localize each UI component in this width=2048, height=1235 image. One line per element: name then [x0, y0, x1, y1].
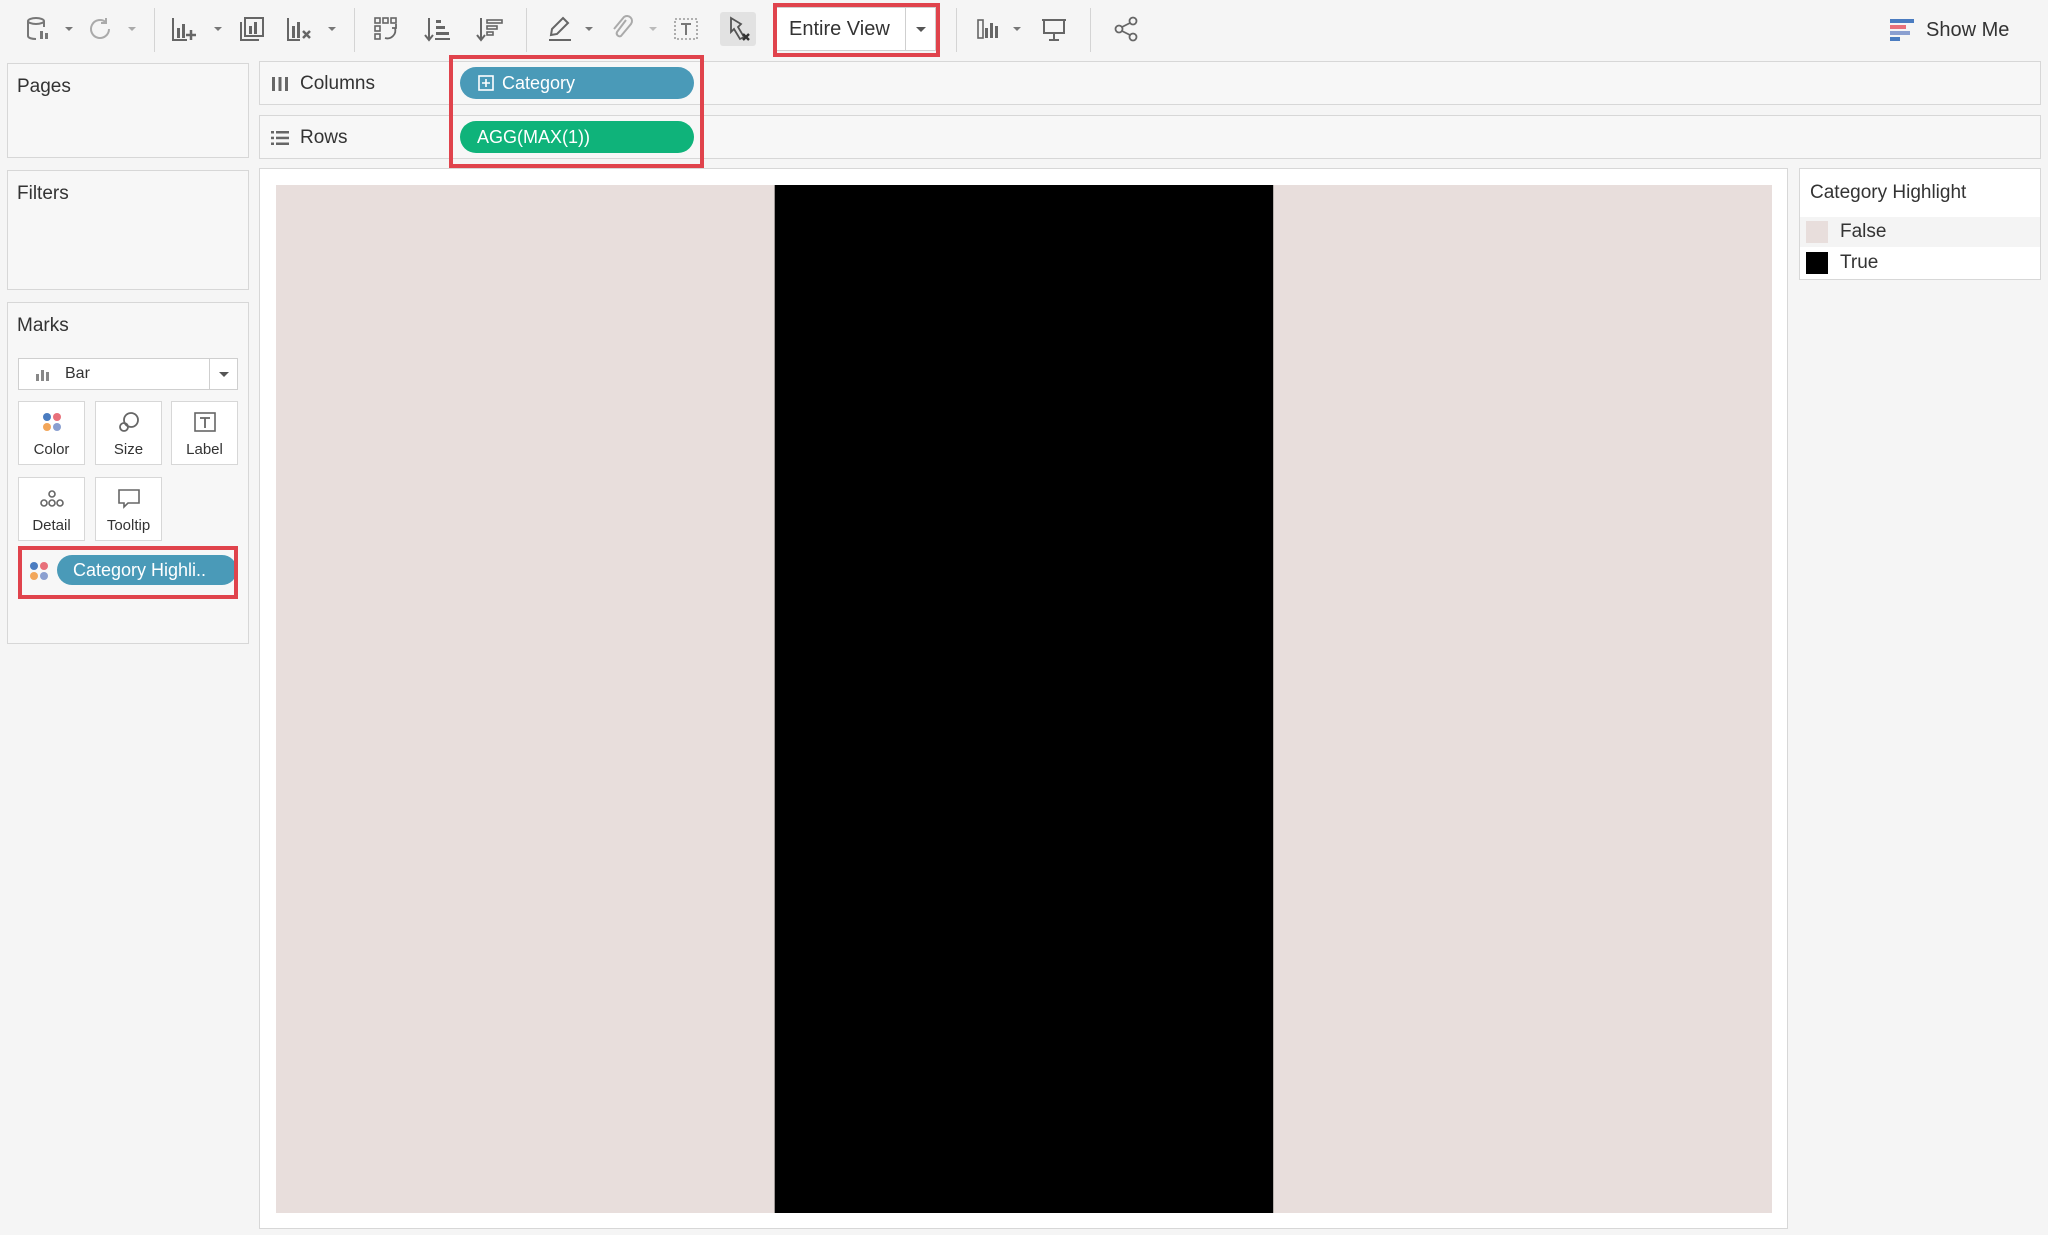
detail-button[interactable]: Detail [18, 477, 85, 541]
legend-title: Category Highlight [1810, 182, 1967, 203]
category-highlight-pill[interactable]: Category Highli.. [57, 555, 237, 585]
sort-descending-icon[interactable] [472, 12, 508, 46]
filters-card[interactable]: Filters [7, 170, 249, 290]
fit-dropdown[interactable]: Entire View [776, 7, 936, 51]
toolbar-separator [1090, 8, 1091, 52]
toolbar: Entire View Show Me [0, 0, 2048, 58]
duplicate-sheet-icon[interactable] [234, 12, 270, 46]
size-button-label: Size [113, 441, 144, 458]
legend-item-true[interactable]: True [1800, 248, 2040, 278]
detail-button-label: Detail [32, 517, 71, 534]
fit-dropdown-value: Entire View [789, 17, 890, 40]
mark-type-value: Bar [65, 365, 90, 382]
expand-plus-icon[interactable] [478, 75, 494, 91]
swap-rows-columns-icon[interactable] [368, 12, 404, 46]
label-button[interactable]: Label [171, 401, 238, 465]
toolbar-separator [154, 8, 155, 52]
mark-type-dropdown[interactable]: Bar [18, 358, 238, 390]
columns-icon [272, 77, 288, 91]
highlight-caret-icon[interactable] [584, 24, 594, 34]
columns-shelf-label: Columns [300, 73, 375, 94]
legend-item-label: True [1840, 252, 1879, 273]
fix-axes-icon[interactable] [720, 12, 756, 46]
toolbar-separator [526, 8, 527, 52]
chevron-down-icon[interactable] [905, 8, 935, 50]
sort-ascending-icon[interactable] [420, 12, 456, 46]
filters-card-title: Filters [17, 183, 69, 204]
rows-shelf-label: Rows [300, 127, 348, 148]
show-mark-labels-icon[interactable] [668, 12, 704, 46]
clear-sheet-caret-icon[interactable] [327, 24, 337, 34]
show-me-label: Show Me [1926, 18, 2010, 41]
bar-chart[interactable] [276, 185, 1772, 1213]
color-icon [42, 413, 61, 431]
toolbar-separator [956, 8, 957, 52]
group-members-icon[interactable] [604, 12, 640, 46]
view-canvas[interactable] [259, 168, 1788, 1229]
marks-card-title: Marks [17, 315, 69, 336]
color-encoding-icon [30, 562, 48, 580]
category-pill-label: Category [502, 72, 576, 93]
size-button[interactable]: Size [95, 401, 162, 465]
color-legend[interactable]: Category Highlight False True [1799, 168, 2041, 280]
show-me-icon [1890, 19, 1914, 41]
show-me-button[interactable]: Show Me [1890, 14, 2009, 46]
rows-icon [271, 131, 289, 145]
clear-sheet-icon[interactable] [281, 12, 317, 46]
refresh-caret-icon[interactable] [127, 24, 137, 34]
tooltip-icon [117, 489, 140, 509]
color-button[interactable]: Color [18, 401, 85, 465]
agg-max-pill-label: AGG(MAX(1)) [477, 126, 591, 147]
size-icon [118, 412, 139, 432]
show-hide-cards-icon[interactable] [972, 12, 1008, 46]
pages-card[interactable]: Pages [7, 63, 249, 158]
data-source-caret-icon[interactable] [64, 24, 74, 34]
refresh-icon[interactable] [82, 12, 118, 46]
legend-item-false[interactable]: False [1800, 217, 2040, 247]
bar-1[interactable] [276, 185, 775, 1213]
share-icon[interactable] [1108, 12, 1144, 46]
new-worksheet-icon[interactable] [166, 12, 202, 46]
label-icon [193, 412, 216, 432]
label-button-label: Label [186, 441, 223, 458]
tooltip-button[interactable]: Tooltip [95, 477, 162, 541]
chevron-down-icon[interactable] [209, 359, 237, 389]
marks-card: Marks Bar Color Size Label Detail Toolti… [7, 302, 249, 644]
toolbar-separator [354, 8, 355, 52]
bar-chart-icon [35, 367, 57, 381]
presentation-mode-icon[interactable] [1036, 12, 1072, 46]
pages-card-title: Pages [17, 76, 71, 97]
legend-swatch [1806, 221, 1828, 243]
agg-max-pill[interactable]: AGG(MAX(1)) [460, 121, 694, 153]
new-worksheet-caret-icon[interactable] [213, 24, 223, 34]
highlight-pen-icon[interactable] [542, 12, 578, 46]
group-caret-icon[interactable] [648, 24, 658, 34]
detail-icon [39, 490, 64, 507]
tooltip-button-label: Tooltip [106, 517, 151, 534]
bar-3[interactable] [1273, 185, 1772, 1213]
data-source-icon[interactable] [20, 12, 56, 46]
legend-item-label: False [1840, 221, 1887, 242]
legend-swatch [1806, 252, 1828, 274]
category-pill[interactable]: Category [460, 67, 694, 99]
cards-caret-icon[interactable] [1012, 24, 1022, 34]
bar-2[interactable] [774, 185, 1274, 1213]
color-button-label: Color [33, 441, 70, 458]
